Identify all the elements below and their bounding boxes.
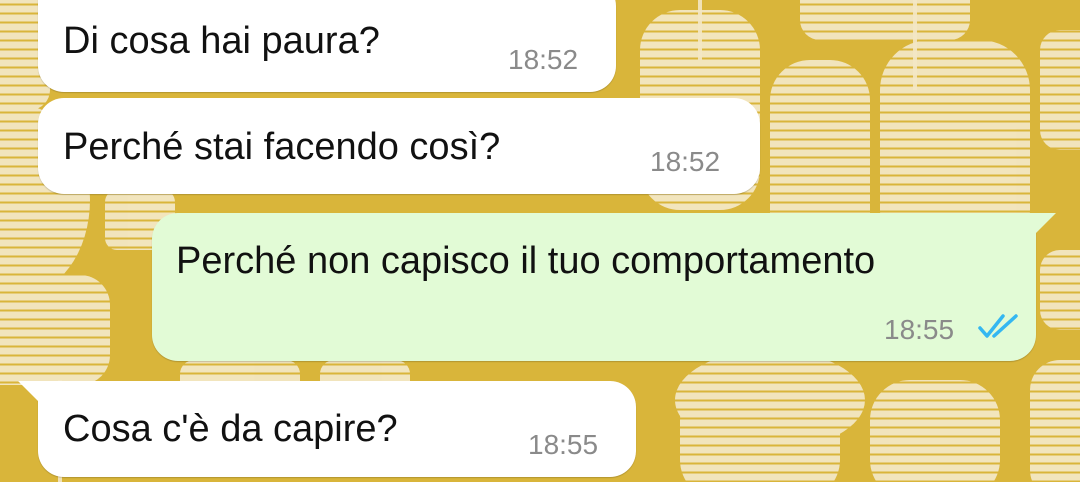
double-check-read-icon — [978, 314, 1018, 338]
message-text: Perché non capisco il tuo comportamento — [176, 240, 876, 282]
message-time: 18:55 — [528, 429, 599, 460]
message-time: 18:52 — [650, 146, 721, 177]
message-text: Cosa c'è da capire? — [63, 408, 398, 450]
message-text: Di cosa hai paura? — [63, 20, 380, 62]
message-text: Perché stai facendo così? — [63, 126, 501, 168]
message-time: 18:52 — [508, 44, 579, 75]
outgoing-message-bubble[interactable]: Perché non capisco il tuo comportamento … — [152, 213, 1036, 361]
incoming-bubble-tail — [18, 381, 44, 401]
incoming-message-bubble[interactable]: Cosa c'è da capire? 18:55 — [38, 381, 636, 477]
message-time: 18:55 — [884, 314, 955, 345]
outgoing-bubble-tail — [1030, 213, 1056, 233]
incoming-message-bubble[interactable]: Perché stai facendo così? 18:52 — [38, 98, 760, 194]
incoming-message-bubble[interactable]: Di cosa hai paura? 18:52 — [38, 0, 616, 92]
